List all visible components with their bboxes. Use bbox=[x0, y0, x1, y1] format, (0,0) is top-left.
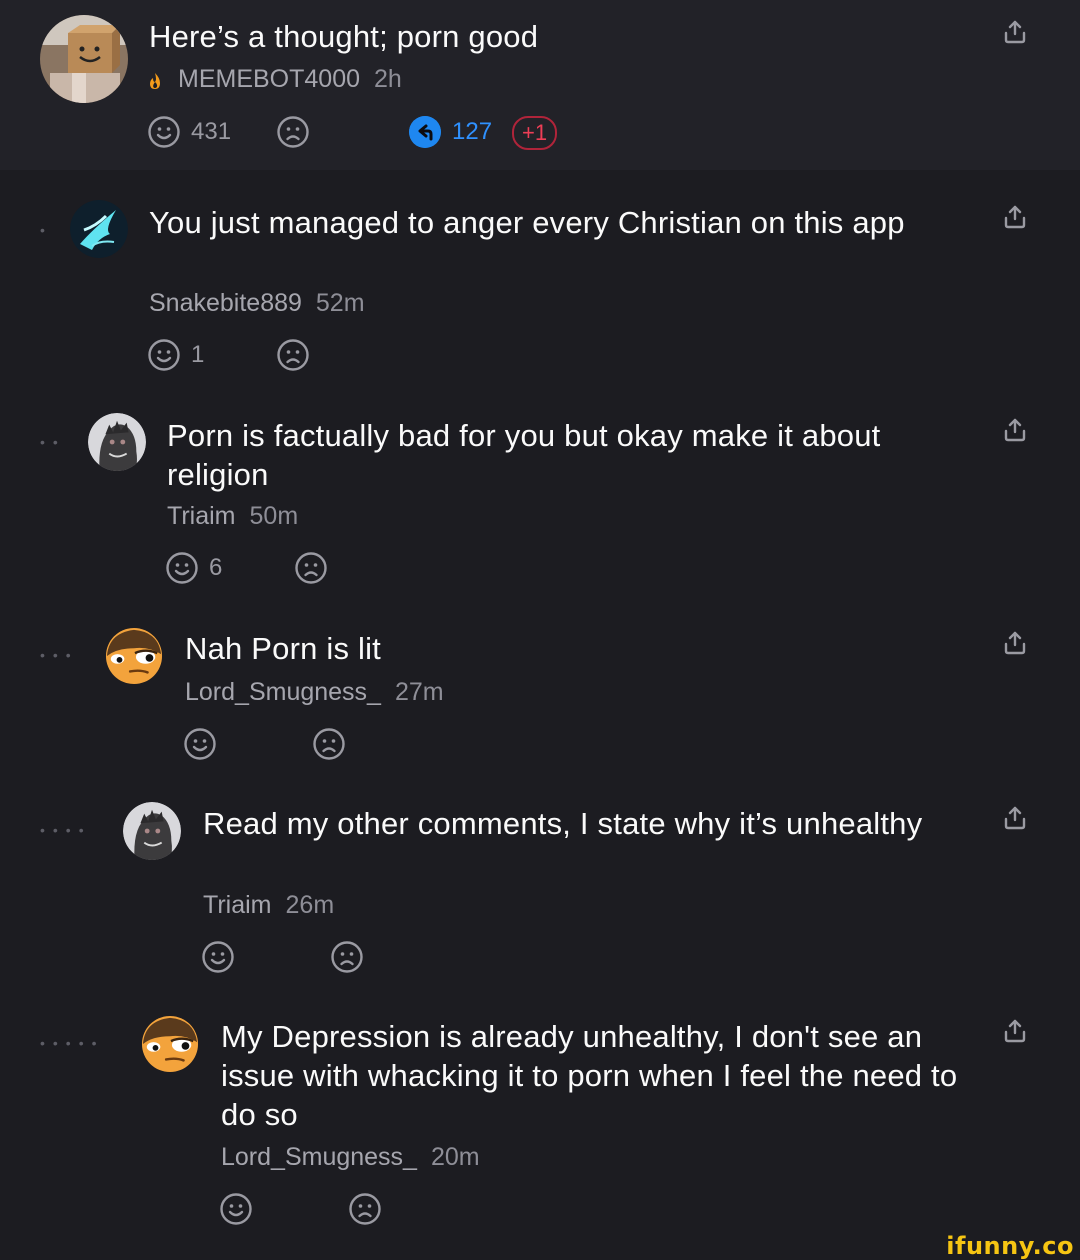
comment-author[interactable]: Triaim bbox=[167, 502, 236, 530]
comment-meta: Lord_Smugness_ 20m bbox=[221, 1143, 480, 1172]
thread-depth-dots: ••••• bbox=[40, 1035, 105, 1051]
smile-icon[interactable] bbox=[219, 1192, 253, 1226]
smile-icon[interactable] bbox=[183, 727, 217, 761]
comment-text[interactable]: Porn is factually bad for you but okay m… bbox=[167, 416, 967, 494]
share-icon[interactable] bbox=[1002, 19, 1028, 45]
comment-author[interactable]: Lord_Smugness_ bbox=[221, 1143, 417, 1171]
comment-time: 26m bbox=[285, 891, 335, 919]
comment-time: 20m bbox=[430, 1143, 480, 1171]
comment-author-avatar[interactable] bbox=[70, 200, 128, 258]
comment-time: 27m bbox=[394, 678, 444, 706]
share-icon[interactable] bbox=[1002, 630, 1028, 656]
comment-meta: Triaim 26m bbox=[203, 891, 334, 920]
comment-author[interactable]: Snakebite889 bbox=[149, 289, 302, 317]
thread-depth-dots: •• bbox=[40, 434, 66, 450]
frown-icon[interactable] bbox=[276, 115, 310, 149]
comment-meta: Triaim 50m bbox=[167, 502, 298, 531]
share-icon[interactable] bbox=[1002, 204, 1028, 230]
frown-icon[interactable] bbox=[312, 727, 346, 761]
frown-icon[interactable] bbox=[276, 338, 310, 372]
smile-icon[interactable] bbox=[147, 338, 181, 372]
smile-icon[interactable] bbox=[201, 940, 235, 974]
thread-depth-dots: •••• bbox=[40, 822, 92, 838]
thread-depth-dots: • bbox=[40, 222, 53, 238]
frown-icon[interactable] bbox=[348, 1192, 382, 1226]
smile-icon[interactable] bbox=[147, 115, 181, 149]
post-time: 2h bbox=[374, 65, 402, 93]
comment-smile-count: 1 bbox=[191, 341, 205, 368]
post-meta: MEMEBOT4000 2h bbox=[178, 65, 402, 94]
comment-smile-count: 6 bbox=[209, 554, 223, 581]
comment-text[interactable]: My Depression is already unhealthy, I do… bbox=[221, 1017, 961, 1134]
frown-icon[interactable] bbox=[294, 551, 328, 585]
comment-meta: Snakebite889 52m bbox=[149, 289, 365, 318]
fire-icon bbox=[150, 73, 160, 89]
share-icon[interactable] bbox=[1002, 417, 1028, 443]
comment-time: 50m bbox=[249, 502, 299, 530]
share-icon[interactable] bbox=[1002, 805, 1028, 831]
comment-author-avatar[interactable] bbox=[123, 802, 181, 860]
comment-text[interactable]: You just managed to anger every Christia… bbox=[149, 203, 939, 242]
comment-author-avatar[interactable] bbox=[88, 413, 146, 471]
comment-author[interactable]: Lord_Smugness_ bbox=[185, 678, 381, 706]
comment-meta: Lord_Smugness_ 27m bbox=[185, 678, 444, 707]
frown-icon[interactable] bbox=[330, 940, 364, 974]
ifunny-watermark: ifunny.co bbox=[946, 1232, 1074, 1260]
post-author-avatar[interactable] bbox=[40, 15, 128, 103]
comment-text[interactable]: Read my other comments, I state why it’s… bbox=[203, 804, 923, 843]
comment-text[interactable]: Nah Porn is lit bbox=[185, 629, 945, 668]
new-replies-badge: +1 bbox=[512, 116, 558, 150]
post-author[interactable]: MEMEBOT4000 bbox=[178, 65, 360, 93]
smile-icon[interactable] bbox=[165, 551, 199, 585]
post-title[interactable]: Here’s a thought; porn good bbox=[149, 17, 538, 56]
comment-author[interactable]: Triaim bbox=[203, 891, 272, 919]
comment-time: 52m bbox=[315, 289, 365, 317]
comment-author-avatar[interactable] bbox=[141, 1015, 199, 1073]
thread-depth-dots: ••• bbox=[40, 647, 79, 663]
reply-count[interactable]: 127 bbox=[452, 118, 492, 146]
post-smile-count: 431 bbox=[191, 118, 232, 145]
reply-icon[interactable] bbox=[409, 116, 441, 148]
share-icon[interactable] bbox=[1002, 1018, 1028, 1044]
comment-author-avatar[interactable] bbox=[105, 627, 163, 685]
